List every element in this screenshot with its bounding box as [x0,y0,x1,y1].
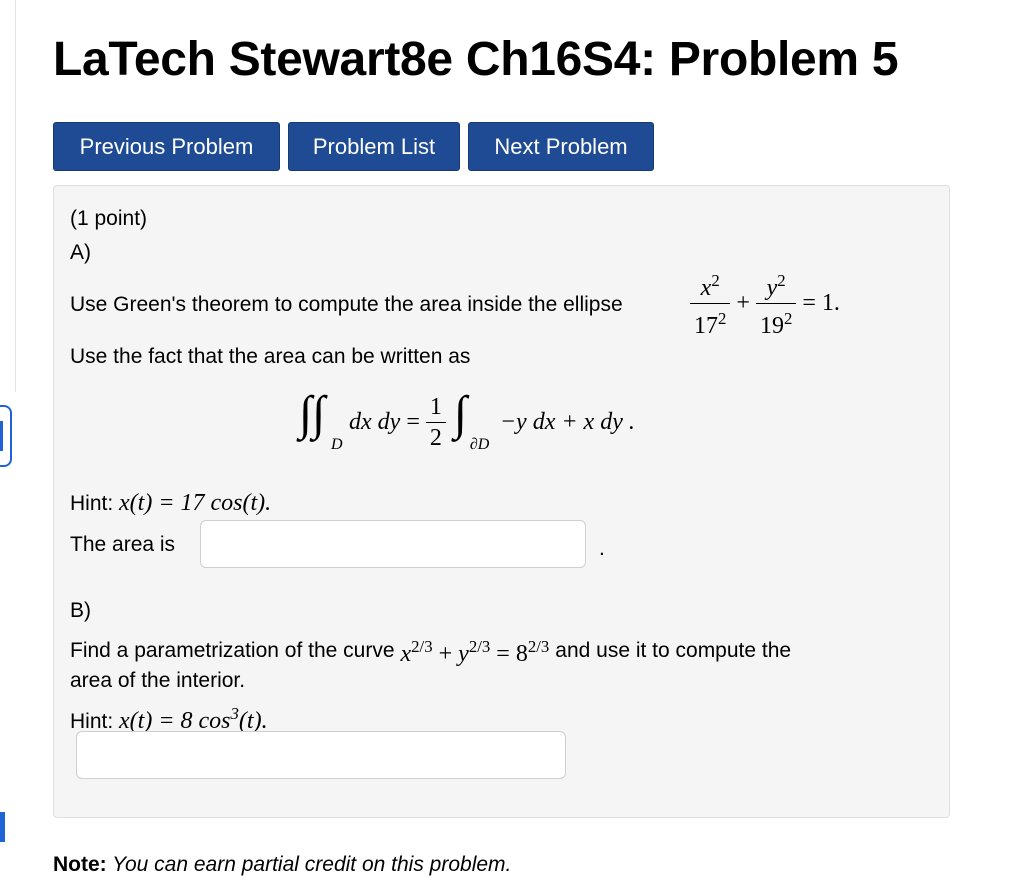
ellipse-x-var: x [700,275,712,301]
curve-rhs: 8 [515,641,528,667]
curve-equation: x2/3 + y2/3 = 82/3 [401,634,550,667]
area-fact-text: Use the fact that the area can be writte… [70,345,471,368]
ellipse-y-exp: 2 [777,271,786,290]
part-b-prompt-start: Find a parametrization of the curve [70,638,395,662]
next-problem-button[interactable]: Next Problem [468,122,654,171]
part-b-answer-input[interactable] [76,731,566,779]
ellipse-x-denom: 17 [694,313,718,339]
ellipse-plus: + [736,290,750,316]
ellipse-x-exp: 2 [711,271,720,290]
part-a-hint: Hint: x(t) = 17 cos(t). [70,490,271,517]
part-b-prompt-line: Find a parametrization of the curve x2/3… [70,634,791,667]
sidebar-marker [0,812,5,842]
part-a-hint-math: x(t) = 17 cos(t). [119,490,272,516]
part-b-prompt-end: and use it to compute the [555,638,792,662]
sidebar-toggle-tab[interactable] [0,405,12,467]
ellipse-equation: x2 172 + y2 192 = 1. [690,268,840,339]
double-integral-symbol: ∫∫ D [299,387,343,453]
left-sidebar-edge [0,0,16,392]
partial-credit-note: Note: You can earn partial credit on thi… [53,853,511,877]
part-b-hint-label: Hint: [70,710,114,733]
ellipse-y-var: y [766,275,778,301]
page-title: LaTech Stewart8e Ch16S4: Problem 5 [53,33,899,86]
note-text: You can earn partial credit on this prob… [112,853,512,876]
problem-nav: Previous Problem Problem List Next Probl… [53,122,654,171]
ellipse-x-fraction: x2 172 [690,268,731,339]
ellipse-y-fraction: y2 192 [755,268,797,339]
part-a-hint-label: Hint: [70,492,114,515]
previous-problem-button[interactable]: Previous Problem [53,122,280,171]
part-a-label: A) [70,241,91,264]
part-b-prompt-continued: area of the interior. [70,669,246,692]
part-a-prompt: Use Green's theorem to compute the area … [70,293,623,316]
ellipse-rhs: = 1. [802,290,840,316]
half-fraction: 1 2 [425,393,446,451]
area-answer-label: The area is [70,533,176,556]
formula-equals: = [406,408,420,435]
curve-rhs-exp: 2/3 [527,637,550,656]
note-label: Note: [53,853,107,876]
sidebar-toggle-indicator [0,421,3,451]
line-integral-symbol: ∫ ∂D [453,387,490,453]
part-b-label: B) [70,599,91,622]
formula-lhs: dx dy [349,408,401,435]
curve-x-exp: 2/3 [411,637,433,656]
area-formula: ∫∫ D dx dy = 1 2 ∫ ∂D −y dx + x dy . [299,387,635,453]
curve-x-var: x [400,641,412,667]
half-numerator: 1 [429,393,442,420]
region-subscript: D [331,436,343,453]
part-a-answer-input[interactable] [200,520,586,568]
part-b-hint: Hint: x(t) = 8 cos3(t). [70,701,268,735]
curve-plus: + [438,641,453,667]
ellipse-y-denom-exp: 2 [783,309,793,328]
formula-integrand: −y dx + x dy . [499,408,635,435]
curve-equals: = [496,641,510,667]
problem-panel: (1 point) A) Use Green's theorem to comp… [53,185,950,818]
ellipse-x-denom-exp: 2 [718,309,727,328]
curve-y-var: y [458,641,469,667]
problem-list-button[interactable]: Problem List [288,122,460,171]
part-b-hint-exp: 3 [230,704,239,723]
ellipse-y-denom: 19 [759,313,784,339]
points-label: (1 point) [70,207,148,230]
boundary-subscript: ∂D [469,436,490,453]
part-a-answer-suffix: . [599,537,605,560]
half-denominator: 2 [425,421,446,451]
curve-y-exp: 2/3 [468,637,491,656]
